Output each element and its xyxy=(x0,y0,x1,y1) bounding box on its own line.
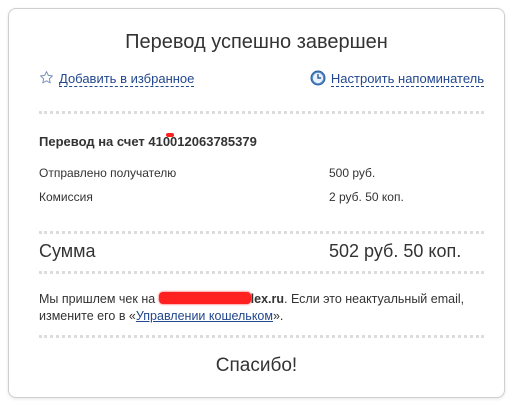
email-suffix: lex.ru xyxy=(250,292,285,306)
divider xyxy=(39,111,484,114)
wallet-management-link[interactable]: Управлении кошельком xyxy=(136,309,273,323)
receipt-notice: Мы пришлем чек на lex.ru. Если это неакт… xyxy=(39,291,479,325)
divider xyxy=(39,231,484,234)
row-value: 2 руб. 50 коп. xyxy=(329,190,404,204)
sum-value: 502 руб. 50 коп. xyxy=(329,241,462,261)
row-label: Комиссия xyxy=(39,190,93,204)
redacted-email xyxy=(158,292,251,304)
transfer-account-label: Перевод на счет 410012063785379 xyxy=(39,134,257,149)
page-title: Перевод успешно завершен xyxy=(125,31,388,53)
sum-label: Сумма xyxy=(39,241,96,261)
sent-to-recipient-row: Отправлено получателю 500 руб. xyxy=(39,166,484,182)
transfer-result-card: Перевод успешно завершен Добавить в избр… xyxy=(8,8,505,398)
redaction-mark xyxy=(166,133,174,137)
row-label: Отправлено получателю xyxy=(39,166,177,180)
notice-prefix: Мы пришлем чек на xyxy=(39,292,159,306)
setup-reminder-link[interactable]: Настроить напоминатель xyxy=(330,71,484,87)
thank-you-text: Спасибо! xyxy=(215,355,298,376)
divider xyxy=(39,335,484,338)
reminder-control[interactable]: Настроить напоминатель xyxy=(310,69,484,89)
notice-suffix: ». xyxy=(272,309,284,323)
row-value: 500 руб. xyxy=(329,166,376,180)
add-to-favorites-link[interactable]: Добавить в избранное xyxy=(59,71,195,87)
commission-row: Комиссия 2 руб. 50 коп. xyxy=(39,190,484,206)
clock-icon[interactable] xyxy=(310,70,326,89)
divider xyxy=(39,271,484,274)
star-icon[interactable] xyxy=(39,70,54,88)
total-sum-row: Сумма 502 руб. 50 коп. xyxy=(39,241,484,263)
add-favorite-control[interactable]: Добавить в избранное xyxy=(39,69,195,89)
